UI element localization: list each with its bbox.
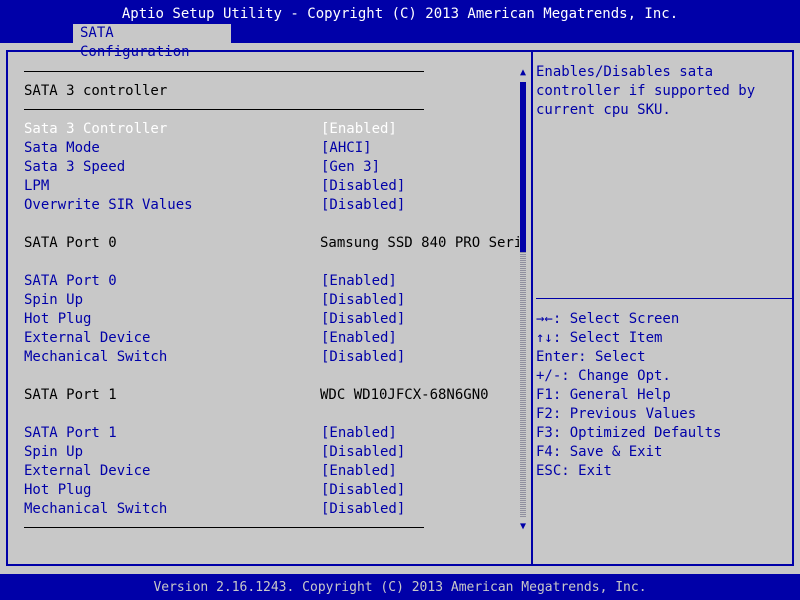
setting-label: Mechanical Switch (24, 501, 168, 517)
setting-label: Hot Plug (24, 311, 92, 327)
section-rule-bottom (24, 109, 424, 110)
section-rule-top (24, 71, 424, 72)
setting-value: [Disabled] (321, 178, 406, 194)
setting-value: [Enabled] (321, 273, 397, 289)
setting-label: SATA Port 0 (24, 273, 117, 289)
setting-value: [Enabled] (321, 463, 397, 479)
app-title: Aptio Setup Utility - Copyright (C) 2013… (121, 6, 679, 22)
port0-heading: SATA Port 0 (24, 235, 117, 251)
setting-value: [Disabled] (321, 501, 406, 517)
footer-text: Version 2.16.1243. Copyright (C) 2013 Am… (153, 580, 647, 595)
setting-label: SATA Port 1 (24, 425, 117, 441)
port1-device: WDC WD10JFCX-68N6GN0 (320, 387, 489, 403)
setting-label: Sata Mode (24, 140, 100, 156)
scrollbar-thumb[interactable] (520, 82, 526, 252)
key-hint-select-screen: →←: Select Screen (536, 311, 680, 327)
setting-value: [Disabled] (321, 482, 406, 498)
help-text-line: current cpu SKU. (536, 102, 671, 118)
setting-value: [AHCI] (321, 140, 372, 156)
setting-value: [Gen 3] (321, 159, 381, 175)
setting-label: Spin Up (24, 292, 84, 308)
setting-value: [Disabled] (321, 292, 406, 308)
setting-label: Sata 3 Controller (24, 121, 168, 137)
footer-bar: Version 2.16.1243. Copyright (C) 2013 Am… (0, 574, 800, 600)
setting-label: Spin Up (24, 444, 84, 460)
key-hint-esc: ESC: Exit (536, 463, 612, 479)
setting-label: Overwrite SIR Values (24, 197, 193, 213)
section-title: SATA 3 controller (24, 83, 168, 99)
setting-value: [Enabled] (321, 330, 397, 346)
key-hint-f3: F3: Optimized Defaults (536, 425, 722, 441)
tab-sata-configuration[interactable]: SATA Configuration (73, 24, 231, 60)
help-divider (536, 298, 792, 299)
setting-label: Sata 3 Speed (24, 159, 126, 175)
setting-label: LPM (24, 178, 50, 194)
key-hint-enter: Enter: Select (536, 349, 646, 365)
header-bar: Aptio Setup Utility - Copyright (C) 2013… (0, 0, 800, 60)
scroll-down-arrow-icon[interactable]: ▼ (517, 521, 529, 533)
key-hint-change-opt: +/-: Change Opt. (536, 368, 671, 384)
setting-value: [Enabled] (321, 121, 397, 137)
setting-value: [Disabled] (321, 197, 406, 213)
port0-device: Samsung SSD 840 PRO Seri (320, 235, 523, 251)
setting-label: Mechanical Switch (24, 349, 168, 365)
port1-heading: SATA Port 1 (24, 387, 117, 403)
setting-label: External Device (24, 463, 151, 479)
setting-value: [Enabled] (321, 425, 397, 441)
setting-value: [Disabled] (321, 444, 406, 460)
setting-label: External Device (24, 330, 151, 346)
help-text-line: Enables/Disables sata (536, 64, 714, 80)
key-hint-select-item: ↑↓: Select Item (536, 330, 663, 346)
setting-value: [Disabled] (321, 311, 406, 327)
key-hint-f4: F4: Save & Exit (536, 444, 663, 460)
panel-divider (531, 50, 533, 566)
scroll-up-arrow-icon[interactable]: ▲ (517, 67, 529, 79)
section-rule-end (24, 527, 424, 528)
setting-value: [Disabled] (321, 349, 406, 365)
setting-label: Hot Plug (24, 482, 92, 498)
key-hint-f1: F1: General Help (536, 387, 671, 403)
scrollbar-track-remaining (520, 252, 526, 518)
help-text-line: controller if supported by (536, 83, 756, 99)
key-hint-f2: F2: Previous Values (536, 406, 697, 422)
